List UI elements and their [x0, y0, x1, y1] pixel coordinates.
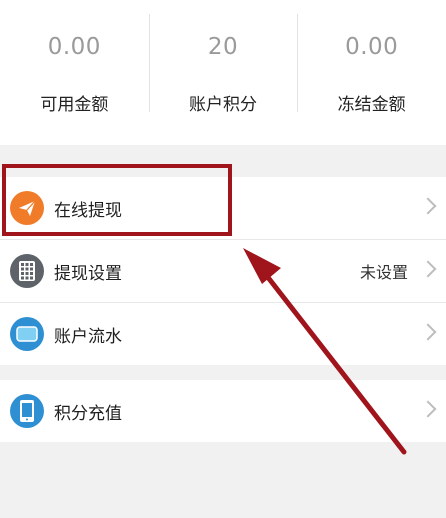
chevron-right-icon	[419, 197, 437, 215]
menu-item-points-recharge[interactable]: 积分充值	[0, 380, 446, 442]
keypad-icon	[10, 254, 44, 288]
phone-icon	[10, 394, 44, 428]
settings-status-value: 未设置	[359, 263, 408, 282]
stat-frozen-amount[interactable]: 0.00 冻结金额	[297, 0, 446, 145]
menu-item-withdraw-settings[interactable]: 提现设置 未设置	[0, 239, 446, 302]
stat-label: 账户积分	[189, 95, 257, 115]
stat-available-amount[interactable]: 0.00 可用金额	[0, 0, 149, 145]
stat-value: 0.00	[345, 34, 399, 60]
stat-label: 冻结金额	[337, 95, 406, 115]
menu-group-secondary: 积分充值	[0, 380, 446, 442]
chevron-right-icon	[419, 323, 437, 341]
stat-value: 0.00	[47, 34, 101, 60]
stats-panel: 0.00 可用金额 20 账户积分 0.00 冻结金额	[0, 0, 446, 145]
menu-item-account-flow[interactable]: 账户流水	[0, 302, 446, 365]
chevron-right-icon	[419, 260, 437, 278]
card-icon	[10, 317, 44, 351]
stat-label: 可用金额	[40, 95, 109, 115]
menu-item-label: 积分充值	[54, 403, 122, 424]
chevron-right-icon	[419, 400, 437, 418]
menu-item-label: 账户流水	[54, 326, 122, 347]
stat-value: 20	[207, 34, 239, 60]
annotation-highlight-box	[2, 164, 232, 236]
menu-item-label: 提现设置	[54, 263, 122, 284]
stat-account-points[interactable]: 20 账户积分	[148, 0, 298, 145]
